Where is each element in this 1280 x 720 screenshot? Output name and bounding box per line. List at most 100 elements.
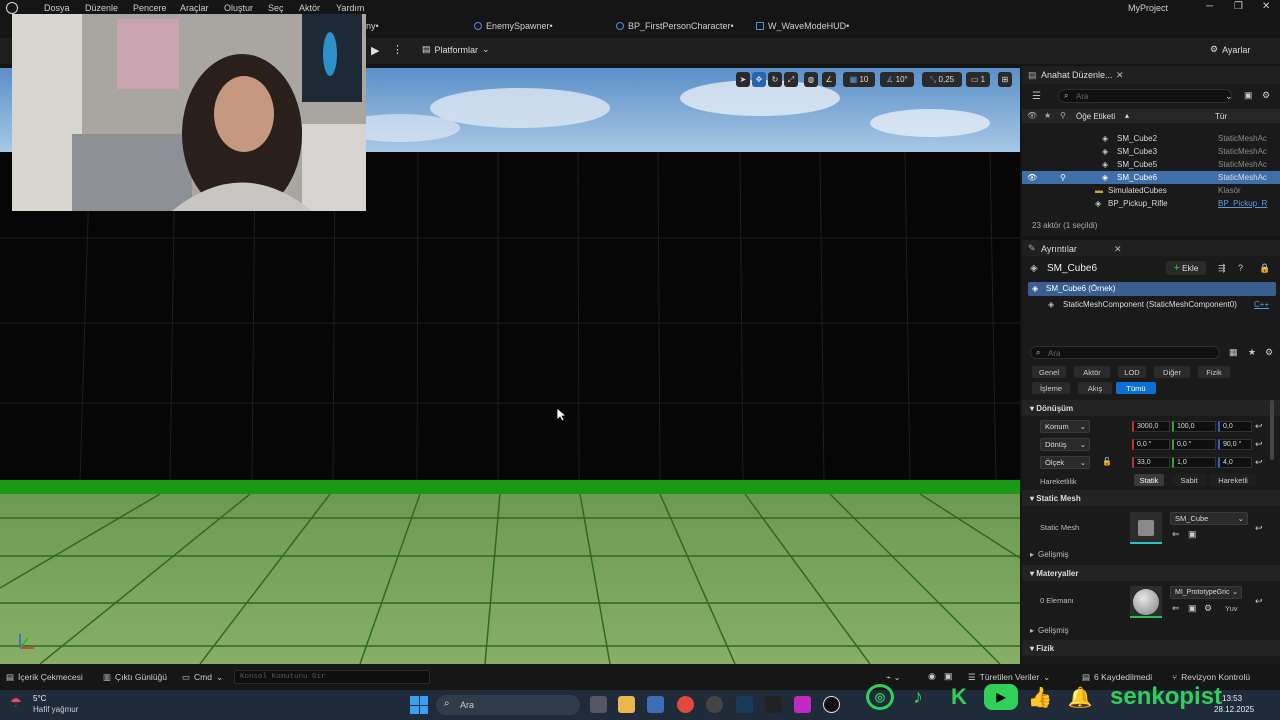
record-icon[interactable]: ◉: [928, 671, 936, 682]
steam-icon[interactable]: [736, 696, 753, 713]
browse-icon[interactable]: ▣: [1188, 529, 1197, 540]
store-icon[interactable]: [647, 696, 664, 713]
scale-tool-icon[interactable]: ⤢: [784, 72, 798, 87]
visibility-icon[interactable]: 👁: [1027, 111, 1037, 120]
filter-rendering[interactable]: İşleme: [1032, 382, 1070, 394]
material-thumbnail[interactable]: [1130, 586, 1162, 618]
gear-icon[interactable]: ⚙: [1265, 347, 1273, 358]
rotation-snap-button[interactable]: ∡ 10°: [880, 72, 914, 87]
material-dropdown[interactable]: MI_PrototypeGric ⌄: [1170, 586, 1242, 599]
menu-window[interactable]: Pencere: [133, 3, 167, 13]
pin-icon[interactable]: ⚲: [1060, 111, 1066, 120]
static-mesh-section-header[interactable]: ▾ Static Mesh: [1022, 490, 1280, 506]
physics-section-header[interactable]: ▾ Fizik: [1022, 640, 1280, 656]
outliner-tab-title[interactable]: Anahat Düzenle...: [1041, 70, 1113, 80]
reset-icon[interactable]: ↩: [1255, 523, 1263, 534]
minimize-icon[interactable]: ─: [1206, 1, 1213, 12]
select-tool-icon[interactable]: ➤: [736, 72, 750, 87]
details-tab-title[interactable]: Ayrıntılar: [1041, 244, 1077, 254]
play-icon[interactable]: ▶: [371, 44, 379, 57]
static-mesh-dropdown[interactable]: SM_Cube ⌄: [1170, 512, 1248, 525]
task-view-icon[interactable]: [590, 696, 607, 713]
rotation-dropdown[interactable]: Dönüş ⌄: [1040, 438, 1090, 451]
trace-icon[interactable]: ⌁ ⌄: [886, 672, 901, 683]
menu-file[interactable]: Dosya: [44, 3, 70, 13]
menu-edit[interactable]: Düzenle: [85, 3, 118, 13]
weather-icon[interactable]: ☂: [10, 695, 22, 711]
details-search-input[interactable]: ⌕ Ara: [1030, 346, 1220, 359]
console-input[interactable]: Konsol Komutunu Gir: [234, 670, 430, 684]
filter-physics[interactable]: Fizik: [1198, 366, 1230, 378]
star-icon[interactable]: ★: [1248, 347, 1256, 358]
tab-enemy-spawner[interactable]: EnemySpawner•: [474, 21, 553, 31]
rotation-y-field[interactable]: 0,0 °: [1172, 439, 1216, 450]
gear-icon[interactable]: ⚙: [1262, 90, 1270, 101]
unreal-logo-icon[interactable]: [6, 2, 18, 14]
rotation-z-field[interactable]: 90,0 °: [1218, 439, 1252, 450]
unsaved-button[interactable]: ▤ 6 Kaydedilmedi: [1082, 672, 1152, 683]
content-drawer-button[interactable]: ▤ İçerik Çekmecesi: [6, 672, 83, 683]
platforms-button[interactable]: ▤ Platformlar ⌄: [422, 44, 490, 55]
outliner-row[interactable]: ◈ SM_Cube5 StaticMeshAc: [1022, 158, 1280, 171]
world-space-icon[interactable]: ◍: [804, 72, 818, 87]
output-log-button[interactable]: ▥ Çıktı Günlüğü: [103, 672, 167, 683]
location-z-field[interactable]: 0,0: [1218, 421, 1252, 432]
unreal-engine-icon[interactable]: [823, 696, 840, 713]
menu-create[interactable]: Oluştur: [224, 3, 253, 13]
filter-general[interactable]: Genel: [1032, 366, 1066, 378]
location-y-field[interactable]: 100,0: [1172, 421, 1216, 432]
filter-actor[interactable]: Aktör: [1074, 366, 1110, 378]
rotation-x-field[interactable]: 0,0 °: [1132, 439, 1170, 450]
location-dropdown[interactable]: Konum ⌄: [1040, 420, 1090, 433]
cmd-dropdown[interactable]: ▭ Cmd ⌄: [182, 672, 223, 683]
more-options-icon[interactable]: ⋮: [392, 43, 403, 56]
new-folder-icon[interactable]: ▣: [1244, 90, 1253, 101]
table-view-icon[interactable]: ▦: [1229, 347, 1238, 358]
epic-games-icon[interactable]: [765, 696, 782, 713]
revision-control-button[interactable]: ⑂ Revizyon Kontrolü: [1172, 672, 1250, 682]
scale-dropdown[interactable]: Ölçek ⌄: [1040, 456, 1090, 469]
advanced-expander[interactable]: ▸ Gelişmiş: [1030, 626, 1069, 635]
menu-actor[interactable]: Aktör: [299, 3, 320, 13]
reset-icon[interactable]: ↩: [1255, 596, 1263, 607]
outliner-row[interactable]: ◈ SM_Cube3 StaticMeshAc: [1022, 145, 1280, 158]
location-x-field[interactable]: 3000,0: [1132, 421, 1170, 432]
cpp-link[interactable]: C++: [1254, 300, 1269, 309]
tab-level[interactable]: ny•: [366, 21, 379, 31]
transform-section-header[interactable]: ▾ Dönüşüm: [1022, 400, 1280, 416]
reset-icon[interactable]: ↩: [1255, 457, 1263, 468]
chrome-icon[interactable]: [677, 696, 694, 713]
blueprint-convert-icon[interactable]: ⇶: [1218, 263, 1226, 274]
camera-speed-button[interactable]: ▭ 1: [966, 72, 990, 87]
scale-x-field[interactable]: 33,0: [1132, 457, 1170, 468]
filter-streaming[interactable]: Akış: [1078, 382, 1112, 394]
tab-first-person-character[interactable]: BP_FirstPersonCharacter•: [616, 21, 734, 31]
maximize-icon[interactable]: ❐: [1234, 1, 1243, 12]
lock-icon[interactable]: 🔓: [1102, 457, 1112, 466]
reset-icon[interactable]: ↩: [1255, 439, 1263, 450]
scale-y-field[interactable]: 1,0: [1172, 457, 1216, 468]
menu-select[interactable]: Seç: [268, 3, 284, 13]
chevron-down-icon[interactable]: ⌄: [1225, 91, 1233, 102]
row-type-link[interactable]: BP_Pickup_R: [1218, 199, 1267, 208]
layout-icon[interactable]: ⊞: [998, 72, 1012, 87]
outliner-row[interactable]: ◈ SM_Cube2 StaticMeshAc: [1022, 132, 1280, 145]
use-selected-icon[interactable]: ⇐: [1172, 529, 1180, 540]
browse-icon[interactable]: ▣: [1188, 603, 1197, 614]
menu-help[interactable]: Yardım: [336, 3, 364, 13]
outliner-row[interactable]: ◈ BP_Pickup_Rifle BP_Pickup_R: [1022, 197, 1280, 210]
mesh-thumbnail[interactable]: [1130, 512, 1162, 544]
move-tool-icon[interactable]: ✥: [752, 72, 766, 87]
filter-all[interactable]: Tümü: [1116, 382, 1156, 394]
menu-tools[interactable]: Araçlar: [180, 3, 209, 13]
close-icon[interactable]: ✕: [1262, 1, 1270, 12]
media-app-icon[interactable]: [794, 696, 811, 713]
scale-z-field[interactable]: 4,0: [1218, 457, 1252, 468]
help-icon[interactable]: ?: [1238, 263, 1243, 273]
rotate-tool-icon[interactable]: ↻: [768, 72, 782, 87]
reset-icon[interactable]: ↩: [1255, 421, 1263, 432]
grid-snap-button[interactable]: ▦ 10: [843, 72, 875, 87]
visibility-icon[interactable]: 👁: [1027, 173, 1037, 182]
filter-other[interactable]: Diğer: [1154, 366, 1190, 378]
component-row[interactable]: ◈ StaticMeshComponent (StaticMeshCompone…: [1028, 298, 1276, 312]
